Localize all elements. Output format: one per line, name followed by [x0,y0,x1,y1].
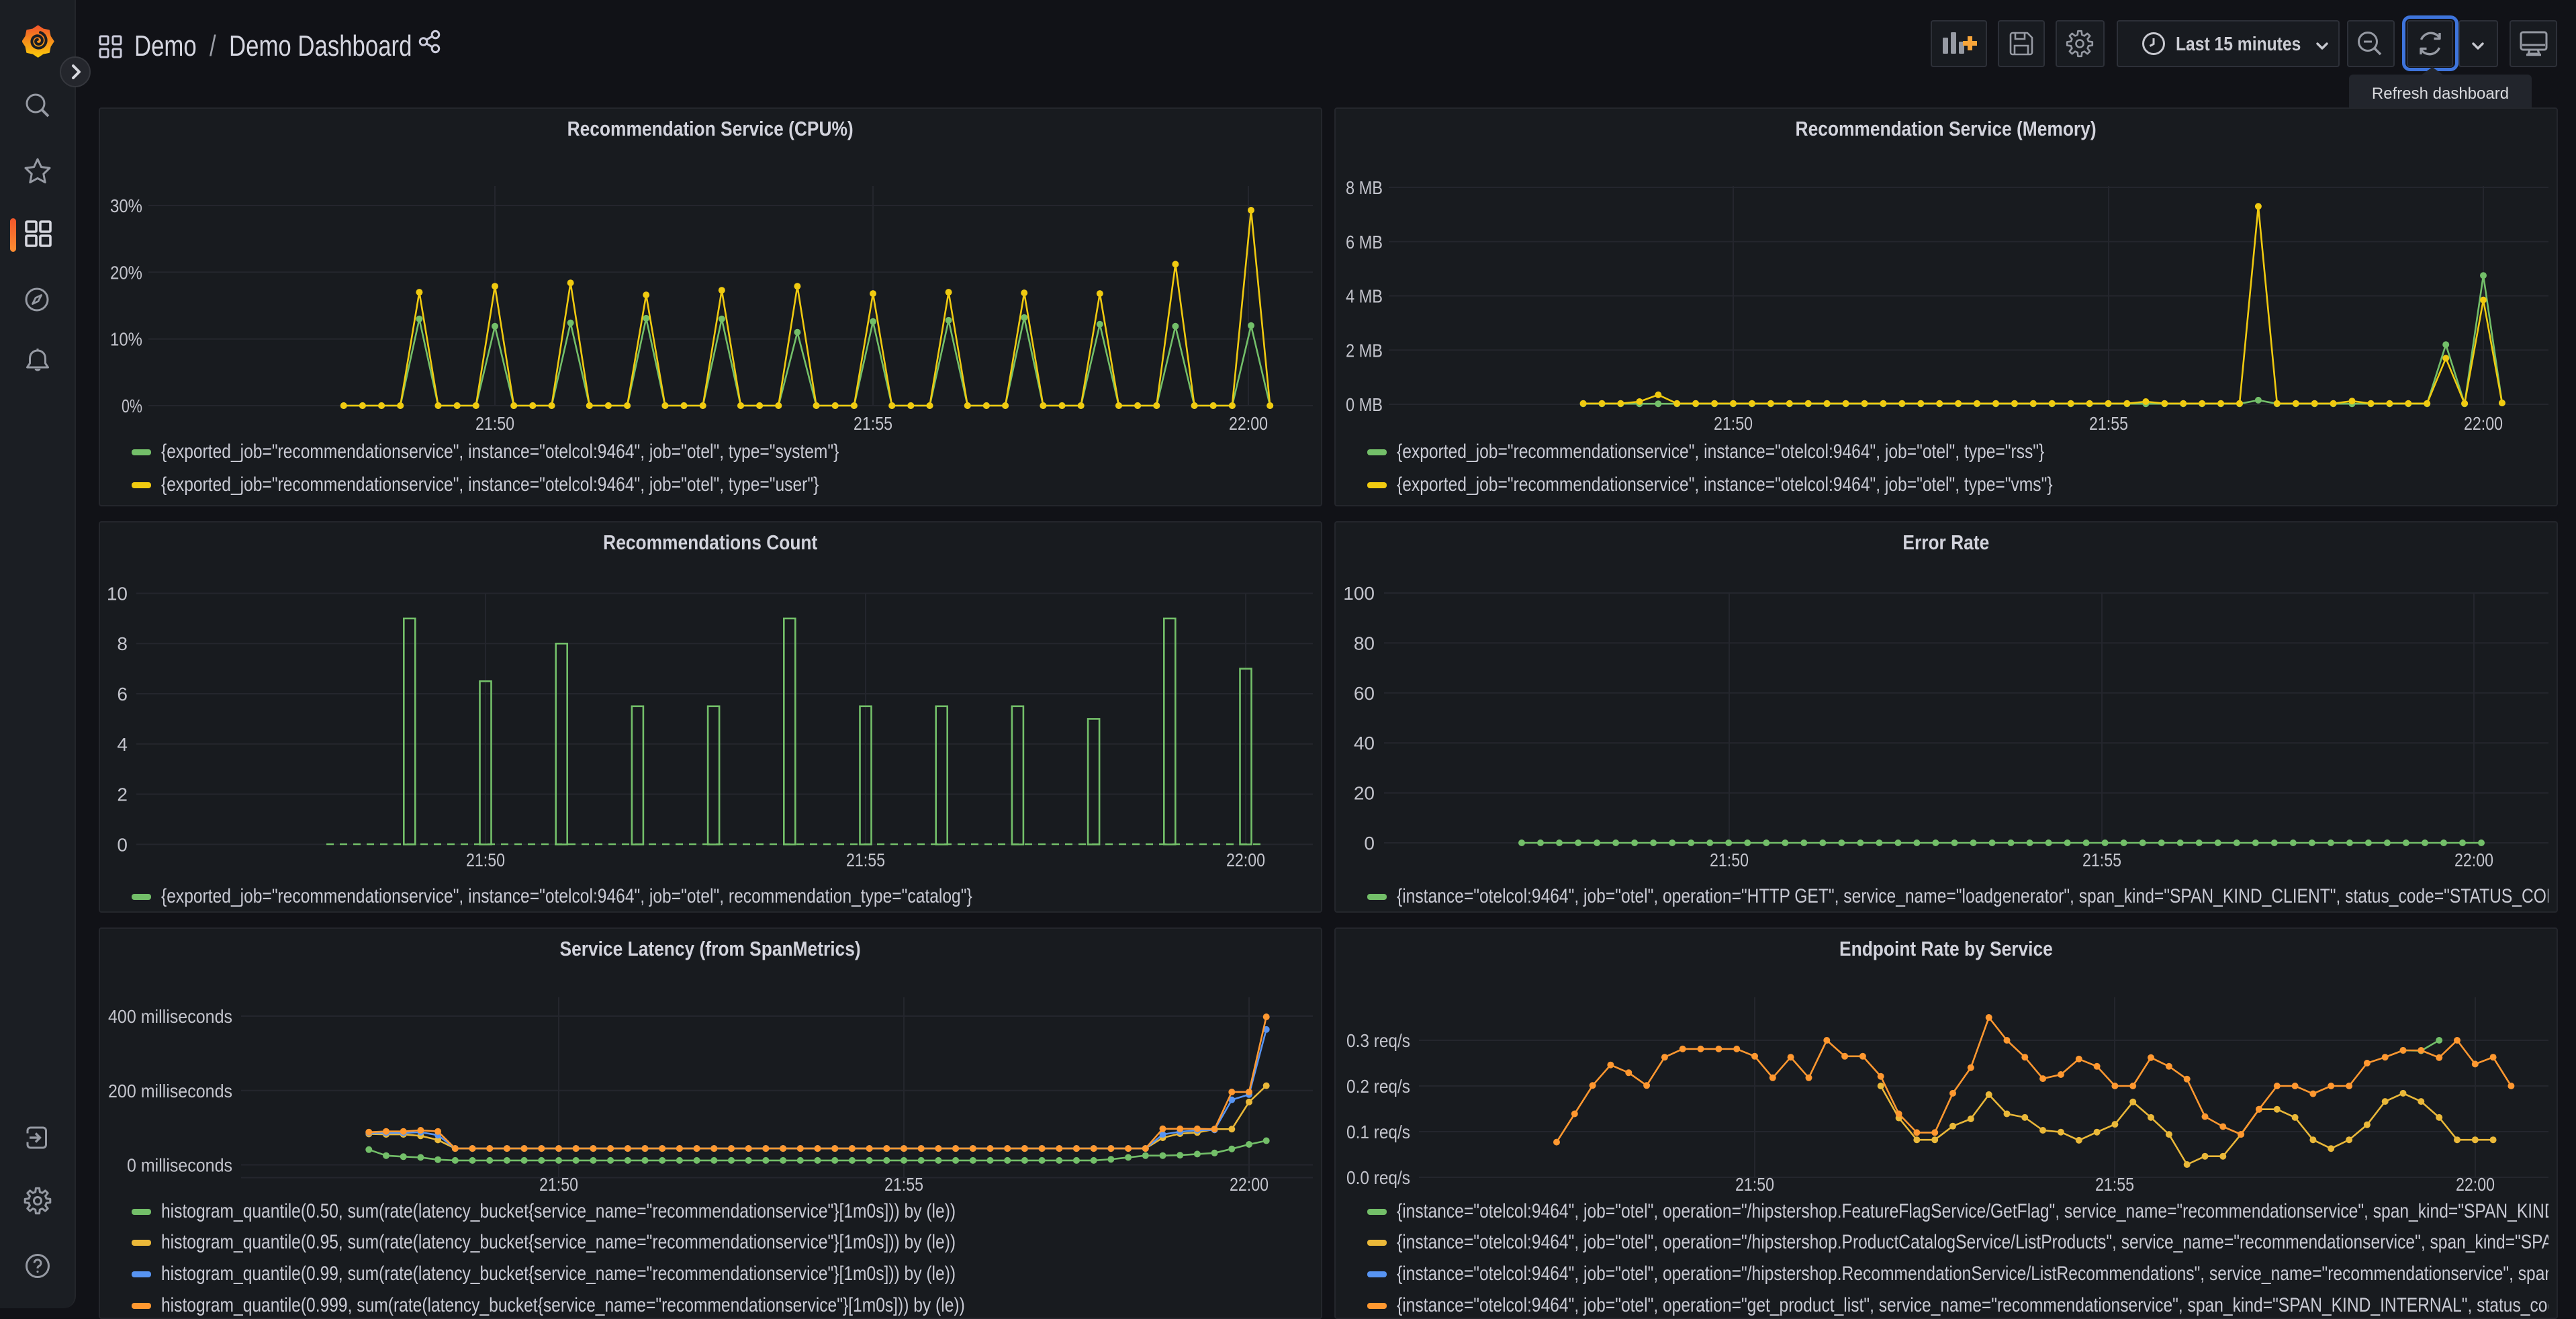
svg-text:0 milliseconds: 0 milliseconds [127,1155,232,1176]
svg-text:2: 2 [117,784,128,805]
svg-text:20: 20 [1354,783,1375,804]
svg-text:100: 100 [1343,583,1375,604]
svg-text:30%: 30% [110,195,142,216]
svg-text:60: 60 [1354,683,1375,704]
svg-text:21:55: 21:55 [2095,1174,2134,1195]
svg-text:22:00: 22:00 [2456,1174,2495,1195]
svg-text:22:00: 22:00 [2464,413,2503,434]
svg-text:0.3 req/s: 0.3 req/s [1346,1030,1410,1051]
svg-text:21:55: 21:55 [846,850,885,870]
svg-text:0: 0 [1364,833,1375,854]
svg-text:21:55: 21:55 [884,1174,923,1195]
svg-text:40: 40 [1354,733,1375,754]
svg-text:10: 10 [107,584,128,604]
svg-text:22:00: 22:00 [1226,850,1265,870]
svg-text:21:55: 21:55 [2082,850,2121,870]
svg-text:200 milliseconds: 200 milliseconds [108,1081,232,1101]
svg-text:21:55: 21:55 [2089,413,2128,434]
svg-text:21:50: 21:50 [1735,1174,1774,1195]
svg-text:10%: 10% [110,329,142,350]
svg-text:80: 80 [1354,633,1375,653]
svg-text:4: 4 [117,734,128,755]
svg-text:0: 0 [117,834,128,855]
svg-text:22:00: 22:00 [1230,1174,1269,1195]
svg-text:0%: 0% [122,396,142,416]
svg-text:21:50: 21:50 [539,1174,578,1195]
svg-text:0.2 req/s: 0.2 req/s [1346,1076,1410,1097]
svg-text:8: 8 [117,633,128,654]
svg-text:22:00: 22:00 [1229,413,1268,434]
svg-text:21:55: 21:55 [854,413,892,434]
svg-text:0 MB: 0 MB [1346,394,1383,415]
svg-text:4 MB: 4 MB [1346,286,1383,307]
svg-text:6 MB: 6 MB [1346,232,1383,253]
svg-text:21:50: 21:50 [1714,413,1753,434]
svg-text:20%: 20% [110,262,142,283]
svg-text:8 MB: 8 MB [1346,177,1383,198]
svg-text:0.1 req/s: 0.1 req/s [1346,1122,1410,1142]
svg-text:400 milliseconds: 400 milliseconds [108,1006,232,1027]
svg-text:21:50: 21:50 [475,413,514,434]
svg-text:0.0 req/s: 0.0 req/s [1346,1167,1410,1188]
svg-text:21:50: 21:50 [466,850,505,870]
svg-text:22:00: 22:00 [2454,850,2493,870]
svg-text:2 MB: 2 MB [1346,340,1383,361]
svg-text:6: 6 [117,684,128,704]
svg-text:21:50: 21:50 [1710,850,1749,870]
